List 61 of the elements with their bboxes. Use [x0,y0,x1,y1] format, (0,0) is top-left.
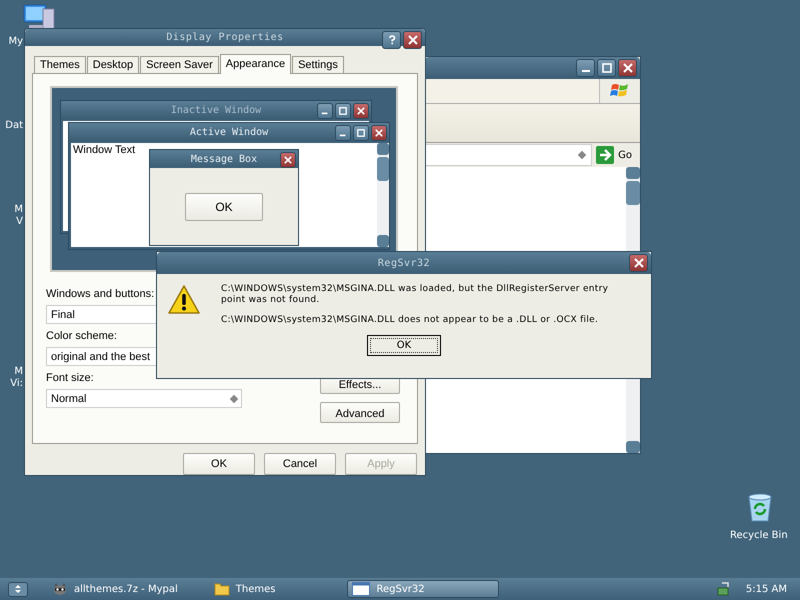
ok-button[interactable]: OK [367,335,441,356]
window-title: Display Properties [166,32,284,43]
desktop-icon-label[interactable]: M [14,204,23,216]
folder-icon [214,582,230,596]
tab[interactable]: Desktop [86,56,140,73]
window-title: Inactive Window [170,104,262,116]
window-title: Message Box [190,154,258,164]
network-icon[interactable] [716,581,732,597]
desktop-icon-label[interactable]: Dat [5,120,23,132]
minimize-button[interactable] [576,59,595,77]
message-text: C:\WINDOWS\system32\MSGINA.DLL does not appear to be a .DLL or .OCX file. [221,315,600,326]
dialog-button[interactable]: OK [183,453,255,475]
close-button[interactable] [403,31,422,49]
close-icon [353,103,369,119]
close-icon [622,63,632,73]
desktop-icon-label[interactable]: V [16,216,23,228]
window-title: RegSvr32 [378,258,430,268]
maximize-icon [353,125,369,141]
raccoon-icon [52,582,68,596]
field-label: Color scheme: [46,330,117,344]
up-down-arrows-icon [14,584,22,594]
window-icon [352,582,370,596]
message-text: C:\WINDOWS\system32\MSGINA.DLL was loaded, but the DllRegisterServer entry point was not found. [221,284,610,306]
close-button[interactable] [618,59,637,77]
address-field[interactable] [425,144,592,166]
tab[interactable]: Appearance [220,54,292,74]
arrow-icon[interactable] [596,146,614,164]
window-text: Window Text [72,143,136,157]
tab[interactable]: Screen Saver [140,56,219,73]
close-button[interactable] [629,254,648,272]
window-title: Active Window [190,126,268,138]
question-mark-icon [386,35,396,45]
maximize-icon [602,63,612,73]
go-button[interactable]: Go [618,150,632,160]
warning-icon [167,284,201,316]
dropdown[interactable]: Normal [46,389,242,408]
desktop-icon-label[interactable]: M [14,366,23,378]
taskbar-button[interactable]: allthemes.7z - Mypal [48,580,182,598]
close-icon [371,125,387,141]
start-button[interactable] [8,582,28,596]
tab[interactable]: Themes [34,56,86,73]
clock: 5:15 AM [746,584,787,594]
minimize-icon [317,103,333,119]
dialog-button[interactable]: Cancel [264,453,336,475]
button[interactable]: Advanced [320,402,400,423]
maximize-icon [335,103,351,119]
close-icon [280,152,296,168]
maximize-button[interactable] [597,59,616,77]
desktop-icon-label[interactable]: My [8,36,23,48]
minimize-icon [582,70,590,72]
close-icon [408,35,418,45]
taskbar-button[interactable]: Themes [210,580,280,598]
tab[interactable]: Settings [292,56,344,73]
field-label: Font size: [46,372,94,386]
field-label: Windows and buttons: [46,288,154,302]
close-icon [634,258,644,268]
minimize-icon [335,125,351,141]
desktop-icon-label[interactable]: Vi: [10,378,23,390]
help-button[interactable] [382,31,401,49]
desktop-icon-label[interactable]: Recycle Bin [730,530,788,541]
dropdown-icon[interactable] [578,150,586,160]
